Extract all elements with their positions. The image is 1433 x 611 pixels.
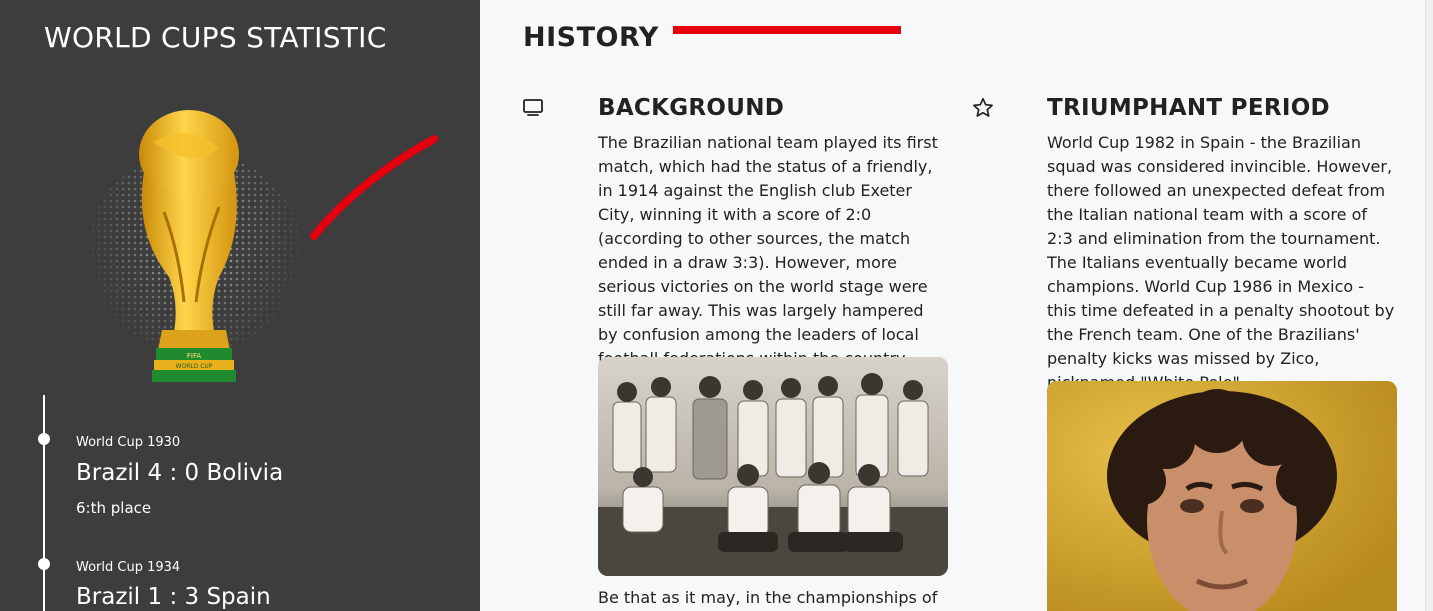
trophy-label-worldcup: WORLD CUP: [176, 363, 213, 370]
section-title: HISTORY: [523, 22, 659, 53]
timeline-dot: [38, 558, 50, 570]
timeline-score: Brazil 4 : 0 Bolivia: [76, 460, 284, 486]
timeline-dot: [38, 433, 50, 445]
timeline-place: 6:th place: [76, 499, 152, 517]
zico-portrait-photo: [1047, 381, 1397, 611]
sidebar: WORLD CUPS STATISTIC FIFA WORLD CUP Worl…: [0, 0, 480, 611]
page-scrollbar[interactable]: [1425, 0, 1433, 611]
triumphant-period-text: World Cup 1982 in Spain - the Brazilian …: [1047, 133, 1395, 392]
timeline-line: [43, 395, 45, 611]
decorative-red-arc: [310, 135, 438, 240]
main-content: HISTORY BACKGROUND The Brazilian nationa…: [480, 0, 1433, 611]
background-text-continued: Be that as it may, in the championships …: [598, 588, 938, 607]
brazil-team-1930-photo: [598, 357, 948, 576]
background-heading: BACKGROUND: [598, 95, 785, 121]
monitor-icon: [523, 99, 543, 116]
world-cup-trophy-image: FIFA WORLD CUP: [86, 110, 302, 382]
timeline-year: World Cup 1934: [76, 560, 181, 575]
timeline-score: Brazil 1 : 3 Spain: [76, 584, 271, 610]
trophy-label-fifa: FIFA: [187, 352, 201, 360]
triumphant-period-heading: TRIUMPHANT PERIOD: [1047, 95, 1330, 121]
star-icon: [973, 97, 993, 117]
title-accent-bar: [673, 26, 901, 34]
timeline-year: World Cup 1930: [76, 435, 181, 450]
background-text: The Brazilian national team played its f…: [598, 133, 938, 368]
site-title: WORLD CUPS STATISTIC: [44, 21, 387, 54]
